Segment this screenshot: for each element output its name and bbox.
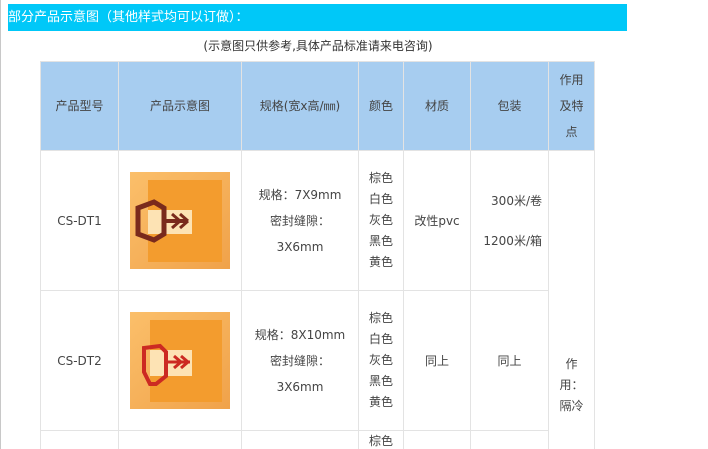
model-cell: CS-DT1 — [40, 150, 119, 291]
color-cell: 棕色 白色 灰色 黑色 黄色 — [358, 150, 404, 291]
feature-cell: 作 用： 隔冷 — [548, 150, 595, 449]
spec-size: 规格：7X9mm — [258, 187, 342, 202]
header-material: 材质 — [403, 61, 471, 151]
color-option: 棕色 — [368, 171, 393, 185]
spec-gap-value: 3X6mm — [276, 239, 324, 254]
header-packing: 包装 — [470, 61, 549, 151]
disclaimer-note: (示意图只供参考,具体产品标准请来电咨询) — [203, 39, 433, 53]
color-cell: 棕色 — [358, 430, 404, 449]
color-option: 棕色 — [368, 311, 393, 325]
spec-gap-label: 密封缝隙： — [269, 353, 330, 368]
image-cell — [118, 290, 242, 431]
color-option: 棕色 — [368, 434, 393, 448]
material-cell — [403, 430, 471, 449]
seal-strip-profile-dt2-icon — [130, 312, 230, 409]
packing-cell — [470, 430, 549, 449]
color-option: 灰色 — [368, 213, 393, 227]
image-cell — [118, 150, 242, 291]
packing-cell: 300米/卷 1200米/箱 — [470, 150, 549, 291]
packing-cell: 同上 — [470, 290, 549, 431]
header-feature-line: 点 — [565, 125, 578, 139]
header-feature-line: 及特 — [559, 99, 584, 113]
section-title: 部分产品示意图（其他样式均可以订做）： — [8, 10, 249, 25]
spec-cell: 规格：8X10mm 密封缝隙： 3X6mm — [241, 290, 359, 431]
table-header-row: 产品型号 产品示意图 规格(宽x高/㎜) 颜色 材质 包装 作用 及特 点 — [40, 61, 595, 151]
color-option: 白色 — [368, 192, 393, 206]
table-row: CS-DT1 规格：7X9mm 密封缝隙： 3X6mm 棕色 白色 灰色 黑色 … — [40, 150, 595, 449]
header-spec: 规格(宽x高/㎜) — [241, 61, 359, 151]
spec-gap-value: 3X6mm — [276, 379, 324, 394]
feature-line: 作 — [565, 357, 578, 371]
color-option: 白色 — [368, 332, 393, 346]
model-cell: CS-DT2 — [40, 290, 119, 431]
spec-cell: 规格：7X9mm 密封缝隙： 3X6mm — [241, 150, 359, 291]
header-feature-line: 作用 — [559, 73, 584, 87]
header-image: 产品示意图 — [118, 61, 242, 151]
header-color: 颜色 — [358, 61, 404, 151]
color-option: 黄色 — [368, 395, 393, 409]
left-border — [0, 0, 1, 449]
packing-box: 1200米/箱 — [483, 233, 542, 248]
material-cell: 同上 — [403, 290, 471, 431]
color-option: 灰色 — [368, 353, 393, 367]
page: 部分产品示意图（其他样式均可以订做）： (示意图只供参考,具体产品标准请来电咨询… — [0, 0, 708, 449]
section-banner: 部分产品示意图（其他样式均可以订做）： — [8, 4, 627, 31]
spec-cell — [241, 430, 359, 449]
color-cell: 棕色 白色 灰色 黑色 黄色 — [358, 290, 404, 431]
model-cell — [40, 430, 119, 449]
header-model: 产品型号 — [40, 61, 119, 151]
image-cell — [118, 430, 242, 449]
color-option: 黑色 — [368, 374, 393, 388]
spec-size: 规格：8X10mm — [254, 327, 346, 342]
color-option: 黑色 — [368, 234, 393, 248]
header-feature: 作用 及特 点 — [548, 61, 595, 151]
material-cell: 改性pvc — [403, 150, 471, 291]
table-row: CS-DT2 规格：8X10mm 密封缝隙： 3X6mm 棕色 白色 灰色 黑色… — [40, 290, 595, 431]
product-table: 产品型号 产品示意图 规格(宽x高/㎜) 颜色 材质 包装 作用 及特 点 CS… — [40, 61, 595, 449]
feature-line: 用： — [559, 378, 584, 392]
seal-strip-profile-dt1-icon — [130, 172, 230, 269]
color-option: 黄色 — [368, 255, 393, 269]
spec-gap-label: 密封缝隙： — [269, 213, 330, 228]
packing-roll: 300米/卷 — [491, 193, 542, 208]
table-row: 棕色 — [40, 430, 595, 449]
feature-line: 隔冷 — [559, 399, 584, 413]
